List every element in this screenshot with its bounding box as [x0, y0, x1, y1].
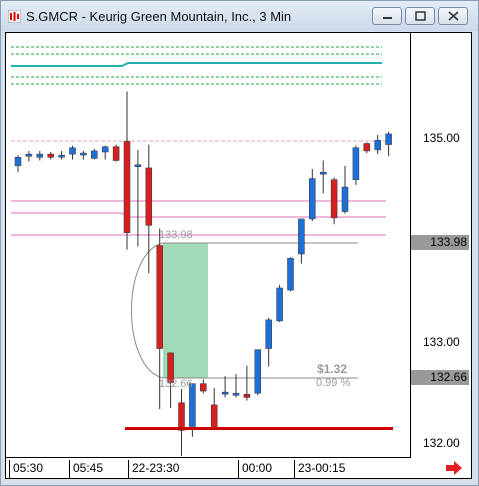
price-tick-133: 133.00: [423, 335, 460, 349]
candle-up: [36, 153, 44, 158]
moving-average-line: [11, 62, 382, 67]
title-bar[interactable]: S.GMCR - Keurig Green Mountain, Inc., 3 …: [1, 1, 478, 31]
maximize-icon: [415, 11, 426, 21]
candle-down: [243, 394, 251, 398]
measure-end-label: 132.66: [159, 378, 193, 390]
price-tag-low: 132.66: [411, 370, 469, 385]
chart-area[interactable]: 133.98 132.66 $1.32 0.99 % 135.00 133.00…: [5, 32, 472, 479]
time-label: 23-00:15: [298, 461, 346, 475]
price-tick-135: 135.00: [423, 131, 460, 145]
minimize-button[interactable]: [372, 7, 402, 25]
candle-down: [210, 404, 218, 429]
chart-window: S.GMCR - Keurig Green Mountain, Inc., 3 …: [0, 0, 479, 486]
minimize-icon: [383, 17, 392, 19]
window-title: S.GMCR - Keurig Green Mountain, Inc., 3 …: [26, 9, 292, 24]
candle-up: [69, 147, 76, 155]
price-plot[interactable]: 133.98 132.66 $1.32 0.99 %: [6, 33, 411, 458]
measure-start-label: 133.98: [159, 229, 193, 241]
close-icon: [448, 11, 459, 21]
candle-up: [91, 150, 98, 159]
measure-pct-label: 0.99 %: [316, 377, 351, 389]
time-label: 05:30: [13, 461, 44, 475]
candle-up: [287, 258, 294, 291]
candle-up: [221, 391, 229, 395]
candle-up: [341, 186, 349, 212]
candle-up: [385, 133, 392, 145]
time-label: 00:00: [242, 461, 273, 475]
candle-down: [156, 245, 163, 349]
session-indicator-bar: [125, 427, 393, 430]
candle-down: [145, 167, 153, 226]
time-separator: [294, 460, 295, 478]
time-separator: [128, 460, 129, 478]
candle-down: [123, 141, 131, 233]
candle-up: [352, 147, 360, 180]
candle-up: [189, 383, 196, 429]
candle-up: [309, 178, 316, 220]
candle-up: [14, 157, 22, 167]
reference-line: [11, 212, 386, 218]
price-tag-high: 133.98: [411, 235, 469, 250]
candle-up: [101, 146, 109, 153]
candle-up: [232, 392, 240, 396]
time-separator: [238, 460, 239, 478]
candle-up: [298, 218, 305, 255]
time-label: 22-23:30: [132, 461, 180, 475]
candlestick-chart: [11, 46, 392, 456]
candle-up: [319, 171, 327, 175]
candle-down: [200, 383, 207, 392]
scroll-right-arrow-icon[interactable]: [445, 461, 463, 475]
candle-up: [374, 140, 381, 151]
candle-up: [80, 152, 87, 156]
measure-change-label: $1.32: [317, 362, 348, 376]
candle-up: [276, 287, 283, 322]
app-icon: [8, 10, 21, 23]
candle-up: [25, 153, 33, 157]
candle-up: [134, 164, 142, 167]
maximize-button[interactable]: [405, 7, 435, 25]
candle-up: [58, 154, 65, 158]
candle-down: [112, 146, 120, 161]
candle-down: [47, 153, 54, 158]
price-tick-132: 132.00: [423, 436, 460, 450]
time-separator: [9, 460, 10, 478]
candle-down: [330, 179, 338, 219]
candle-up: [265, 319, 272, 349]
time-axis[interactable]: 05:30 05:45 22-23:30 00:00 23-00:15: [6, 458, 411, 478]
time-separator: [69, 460, 70, 478]
time-label: 05:45: [73, 461, 104, 475]
close-button[interactable]: [438, 7, 468, 25]
candle-down: [363, 143, 371, 152]
candle-up: [254, 349, 262, 394]
